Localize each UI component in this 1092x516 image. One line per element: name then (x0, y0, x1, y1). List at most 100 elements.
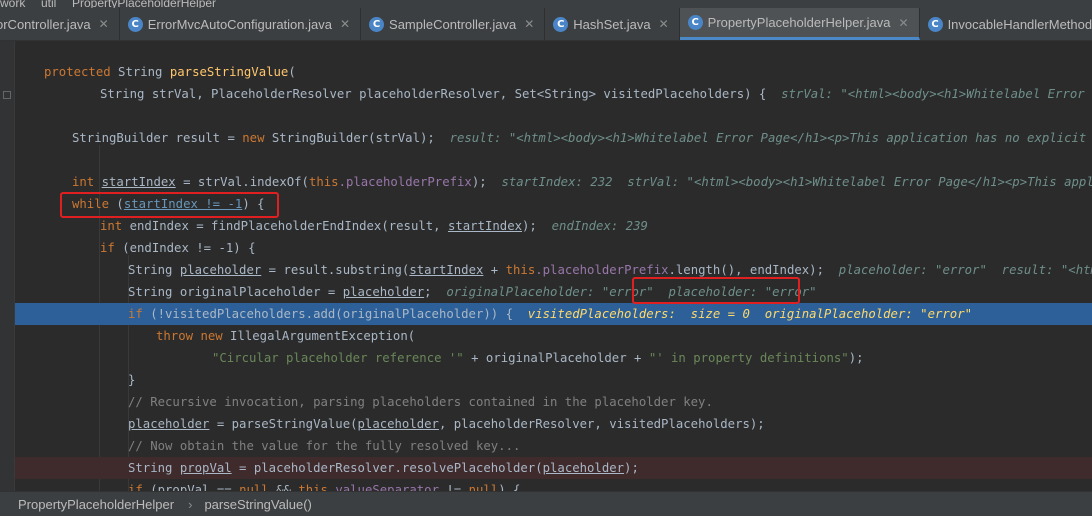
variable: startIndex (447, 219, 523, 233)
tab-error-controller[interactable]: orController.java ✕ (0, 8, 120, 40)
tab-property-placeholder-helper[interactable]: C PropertyPlaceholderHelper.java ✕ (679, 8, 920, 40)
breadcrumb-class[interactable]: PropertyPlaceholderHelper (18, 497, 174, 512)
string-literal: "Circular placeholder reference '" (212, 351, 464, 365)
code-text: , placeholderResolver, visitedPlaceholde… (438, 417, 765, 431)
editor-gutter[interactable] (0, 41, 15, 491)
variable: placeholder (128, 417, 210, 431)
close-icon[interactable]: ✕ (899, 16, 909, 30)
code-text: + originalPlaceholder + (463, 351, 649, 365)
code-text: StringBuilder(strVal); (264, 131, 435, 145)
fold-icon[interactable] (3, 91, 11, 99)
keyword: new (200, 329, 223, 343)
code-text: ) { (498, 483, 521, 491)
code-text: ( (288, 65, 296, 79)
code-text: ) { (233, 241, 256, 255)
variable: placeholder (342, 285, 425, 299)
tab-error-mvc-auto-configuration[interactable]: C ErrorMvcAutoConfiguration.java ✕ (120, 8, 362, 40)
keyword: new (242, 131, 265, 145)
number-literal: -1 (218, 241, 234, 255)
java-class-icon: C (687, 15, 703, 30)
code-line[interactable]: if (endIndex != -1) { (15, 237, 1092, 259)
variable: placeholder (542, 461, 625, 475)
code-line[interactable]: String strVal, PlaceholderResolver place… (15, 83, 1092, 105)
code-line[interactable]: String propVal = placeholderResolver.res… (15, 457, 1092, 479)
breadcrumb-item[interactable]: util (41, 0, 56, 8)
code-text: && (268, 483, 299, 491)
code-text: String (128, 461, 180, 475)
keyword: null (468, 483, 499, 491)
code-text: != (439, 483, 469, 491)
tab-label: SampleController.java (389, 16, 517, 32)
field: .placeholderPrefix (535, 263, 669, 277)
tab-label: InvocableHandlerMethod.java (947, 16, 1092, 32)
debug-inline-value: visitedPlaceholders: size = 0 originalPl… (527, 307, 972, 321)
code-text: IllegalArgumentException( (222, 329, 416, 343)
breadcrumb-method[interactable]: parseStringValue() (204, 497, 311, 512)
navigation-breadcrumb: work util PropertyPlaceholderHelper (0, 0, 1092, 8)
code-line[interactable]: String placeholder = result.substring(st… (15, 259, 1092, 281)
tab-label: HashSet.java (573, 16, 651, 32)
editor-breadcrumb-bar: PropertyPlaceholderHelper › parseStringV… (0, 491, 1092, 516)
code-text: String (110, 65, 170, 79)
code-text: = parseStringValue( (209, 417, 358, 431)
execution-point-line[interactable]: if (!visitedPlaceholders.add(originalPla… (15, 303, 1092, 325)
method-name: parseStringValue (169, 65, 289, 79)
code-text: String strVal, PlaceholderResolver place… (100, 87, 767, 101)
code-text: + (483, 263, 506, 277)
keyword: protected (44, 65, 111, 79)
annotation-box-while-loop (60, 192, 279, 218)
keyword: null (239, 483, 269, 491)
code-editor[interactable]: protected String parseStringValue( Strin… (15, 41, 1092, 491)
code-comment: // Now obtain the value for the fully re… (128, 439, 521, 453)
tab-sample-controller[interactable]: C SampleController.java ✕ (361, 8, 546, 40)
breadcrumb-item[interactable]: PropertyPlaceholderHelper (72, 0, 216, 8)
keyword: if (100, 241, 115, 255)
debug-inline-value: placeholder: "error" result: "<html><bod… (838, 263, 1092, 277)
code-text: ); (848, 351, 864, 365)
editor-tab-bar: orController.java ✕ C ErrorMvcAutoConfig… (0, 8, 1092, 41)
keyword: int (72, 175, 95, 189)
code-text: String (128, 263, 180, 277)
java-class-icon: C (127, 16, 143, 32)
code-text: ; (424, 285, 432, 299)
code-text: String originalPlaceholder = (128, 285, 343, 299)
code-line[interactable]: placeholder = parseStringValue(placehold… (15, 413, 1092, 435)
breadcrumb-item[interactable]: work (0, 0, 25, 8)
code-line[interactable]: } (15, 369, 1092, 391)
field: .valueSeparator (327, 483, 439, 491)
code-line[interactable]: StringBuilder result = new StringBuilder… (15, 127, 1092, 149)
code-line[interactable]: int startIndex = strVal.indexOf(this.pla… (15, 171, 1092, 193)
debug-inline-value: strVal: "<html><body><h1>Whitelabel Erro… (781, 87, 1085, 101)
code-line[interactable]: String originalPlaceholder = placeholder… (15, 281, 1092, 303)
tab-hash-set[interactable]: C HashSet.java ✕ (545, 8, 680, 40)
close-icon[interactable]: ✕ (99, 17, 109, 31)
tab-label: PropertyPlaceholderHelper.java (707, 15, 891, 30)
code-text: = result.substring( (261, 263, 410, 277)
code-line[interactable]: throw new IllegalArgumentException( (15, 325, 1092, 347)
code-line[interactable]: if (propVal == null && this.valueSeparat… (15, 479, 1092, 491)
annotation-box-placeholder-value (632, 277, 800, 304)
variable: startIndex (409, 263, 484, 277)
keyword: this (308, 175, 339, 189)
code-text: = placeholderResolver.resolvePlaceholder… (231, 461, 543, 475)
close-icon[interactable]: ✕ (524, 17, 534, 31)
code-line[interactable]: "Circular placeholder reference '" + ori… (15, 347, 1092, 369)
java-class-icon: C (553, 16, 569, 32)
debug-inline-value: startIndex: 232 strVal: "<html><body><h1… (501, 175, 1092, 189)
code-text: ); (522, 219, 537, 233)
close-icon[interactable]: ✕ (340, 17, 350, 31)
tab-label: orController.java (0, 16, 91, 32)
debug-inline-value: originalPlaceholder: "error" (446, 285, 654, 299)
code-text: ); (471, 175, 487, 189)
code-line[interactable]: int endIndex = findPlaceholderEndIndex(r… (15, 215, 1092, 237)
close-icon[interactable]: ✕ (659, 17, 669, 31)
code-line[interactable]: // Now obtain the value for the fully re… (15, 435, 1092, 457)
code-text: .length(), endIndex); (668, 263, 824, 277)
code-line[interactable]: // Recursive invocation, parsing placeho… (15, 391, 1092, 413)
code-line[interactable]: protected String parseStringValue( (15, 61, 1092, 83)
variable: propVal (179, 461, 232, 475)
variable: startIndex (101, 175, 176, 189)
code-text: StringBuilder result = (72, 131, 243, 145)
debug-inline-value: endIndex: 239 (551, 219, 648, 233)
tab-invocable-handler-method[interactable]: C InvocableHandlerMethod.java (920, 8, 1092, 40)
